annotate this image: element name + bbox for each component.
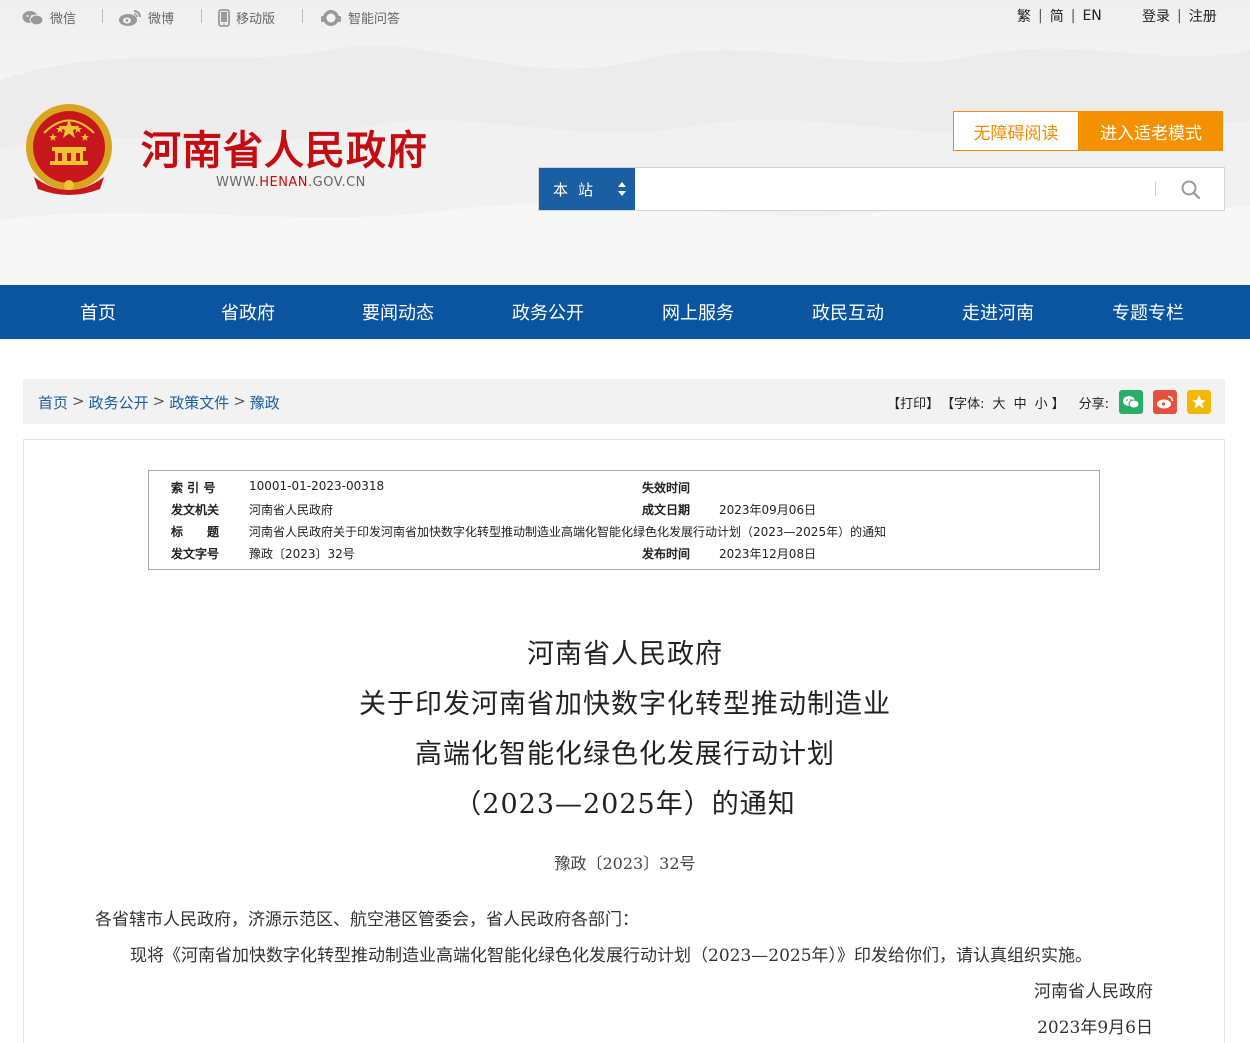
document-signature: 河南省人民政府 — [1034, 982, 1153, 1002]
document-salutation: 各省辖市人民政府，济源示范区、航空港区管委会，省人民政府各部门： — [95, 910, 639, 930]
weibo-icon — [1157, 395, 1174, 409]
weibo-link[interactable]: 微博 — [118, 8, 174, 27]
font-size-small[interactable]: 小 — [1035, 393, 1048, 412]
nav-news[interactable]: 要闻动态 — [323, 285, 473, 339]
search-box: 本站 — [538, 167, 1225, 211]
nav-government-affairs[interactable]: 政务公开 — [473, 285, 623, 339]
breadcrumb-separator: > — [233, 392, 246, 410]
share-weibo-button[interactable] — [1153, 390, 1177, 414]
url-prefix: WWW. — [216, 175, 260, 190]
main-nav: 首页 省政府 要闻动态 政务公开 网上服务 政民互动 走进河南 专题专栏 — [0, 285, 1250, 339]
document-title-line: 关于印发河南省加快数字化转型推动制造业 — [359, 689, 891, 720]
breadcrumb-yuzheng[interactable]: 豫政 — [250, 392, 280, 413]
meta-issuer-value: 河南省人民政府 — [249, 503, 334, 517]
url-highlight: HENAN — [259, 175, 309, 190]
breadcrumb: 首页 > 政务公开 > 政策文件 > 豫政 — [38, 392, 280, 413]
lang-english[interactable]: EN — [1082, 8, 1101, 24]
wechat-link[interactable]: 微信 — [22, 8, 76, 27]
elder-mode-button[interactable]: 进入适老模式 — [1079, 111, 1223, 151]
divider — [302, 9, 303, 23]
wechat-icon — [1123, 396, 1140, 409]
document-number: 豫政〔2023〕32号 — [554, 854, 696, 873]
font-size-suffix: 】 — [1051, 396, 1065, 412]
document-body: 现将《河南省加快数字化转型推动制造业高端化智能化绿色化发展行动计划（2023—2… — [130, 946, 1093, 966]
divider: | — [1038, 8, 1043, 24]
article-tools: 【打印】 【字体: 大 中 小 】 分享: — [887, 389, 1211, 415]
document-title-line: 高端化智能化绿色化发展行动计划 — [415, 739, 835, 770]
meta-publish-value: 2023年12月08日 — [719, 547, 817, 561]
divider: | — [1070, 8, 1076, 24]
accessible-reading-button[interactable]: 无障碍阅读 — [953, 111, 1079, 151]
font-size-medium[interactable]: 中 — [1014, 393, 1027, 412]
top-bar: 微信 微博 移动版 智能问答 繁 | 简 | EN 登录 | 注册 — [0, 0, 1250, 32]
meta-index-label: 索 引 号 — [171, 481, 216, 495]
national-emblem-logo[interactable] — [24, 103, 114, 199]
meta-title-value: 河南省人民政府关于印发河南省加快数字化转型推动制造业高端化智能化绿色化发展行动计… — [249, 525, 887, 539]
wechat-label: 微信 — [50, 12, 77, 27]
smart-qa-link[interactable]: 智能问答 — [320, 8, 400, 27]
document-metadata-table: 索 引 号 10001-01-2023-00318 失效时间 发文机关 河南省人… — [148, 470, 1100, 570]
mobile-label: 移动版 — [236, 12, 276, 27]
meta-date-label: 成文日期 — [642, 503, 691, 517]
breadcrumb-home[interactable]: 首页 — [38, 392, 68, 413]
meta-publish-label: 发布时间 — [642, 547, 691, 561]
meta-index-value: 10001-01-2023-00318 — [249, 479, 385, 493]
weibo-label: 微博 — [148, 12, 175, 27]
search-scope-label: 本站 — [553, 180, 604, 199]
share-label: 分享: — [1078, 396, 1109, 412]
lang-traditional[interactable]: 繁 — [1017, 6, 1031, 26]
nav-provincial-government[interactable]: 省政府 — [173, 285, 323, 339]
document-title-line: 河南省人民政府 — [527, 639, 723, 670]
breadcrumb-policy-documents[interactable]: 政策文件 — [169, 392, 229, 413]
mobile-link[interactable]: 移动版 — [218, 8, 275, 27]
meta-date-value: 2023年09月06日 — [719, 503, 817, 517]
mobile-phone-icon — [218, 8, 230, 27]
share-wechat-button[interactable] — [1119, 390, 1143, 414]
document-sign-date: 2023年9月6日 — [1037, 1018, 1153, 1038]
search-input[interactable] — [639, 172, 1149, 206]
wechat-icon — [22, 10, 44, 25]
site-title[interactable]: 河南省人民政府 — [141, 118, 428, 176]
account-links: 登录 | 注册 — [1142, 6, 1217, 26]
favorite-button[interactable] — [1187, 390, 1211, 414]
meta-docno-label: 发文字号 — [171, 547, 220, 561]
language-switcher: 繁 | 简 | EN — [1017, 6, 1102, 26]
meta-expire-label: 失效时间 — [642, 481, 691, 495]
breadcrumb-separator: > — [72, 392, 85, 410]
divider — [1155, 182, 1156, 196]
breadcrumb-bar: 首页 > 政务公开 > 政策文件 > 豫政 【打印】 【字体: 大 中 小 】 … — [23, 379, 1225, 424]
breadcrumb-separator: > — [152, 392, 166, 410]
font-size-prefix: 【字体: — [941, 396, 985, 412]
divider — [102, 9, 103, 23]
headset-icon — [321, 9, 341, 26]
nav-interaction[interactable]: 政民互动 — [773, 285, 923, 339]
meta-issuer-label: 发文机关 — [171, 503, 220, 517]
print-button[interactable]: 【打印】 — [887, 393, 939, 412]
lang-simplified[interactable]: 简 — [1050, 6, 1064, 26]
nav-online-services[interactable]: 网上服务 — [623, 285, 773, 339]
site-url: WWW.HENAN.GOV.CN — [216, 175, 366, 190]
font-size-large[interactable]: 大 — [993, 393, 1006, 412]
nav-home[interactable]: 首页 — [23, 285, 173, 339]
meta-title-label: 标 题 — [171, 525, 220, 539]
divider — [201, 9, 202, 23]
site-header: 微信 微博 移动版 智能问答 繁 | 简 | EN 登录 | 注册 河南省人民政… — [0, 0, 1250, 285]
meta-docno-value: 豫政〔2023〕32号 — [249, 547, 355, 561]
search-scope-select[interactable]: 本站 — [539, 168, 635, 210]
document-title-line: （2023—2025年）的通知 — [454, 789, 796, 820]
weibo-icon — [119, 9, 141, 26]
login-link[interactable]: 登录 — [1142, 6, 1170, 26]
url-suffix: .GOV.CN — [308, 175, 366, 190]
star-icon — [1192, 395, 1206, 409]
nav-special-topics[interactable]: 专题专栏 — [1073, 285, 1223, 339]
search-icon[interactable] — [1179, 178, 1203, 202]
nav-about-henan[interactable]: 走进河南 — [923, 285, 1073, 339]
sort-arrows-icon — [618, 182, 626, 196]
register-link[interactable]: 注册 — [1189, 6, 1217, 26]
divider: | — [1177, 8, 1182, 24]
smart-qa-label: 智能问答 — [348, 12, 401, 27]
breadcrumb-government-affairs[interactable]: 政务公开 — [89, 392, 149, 413]
